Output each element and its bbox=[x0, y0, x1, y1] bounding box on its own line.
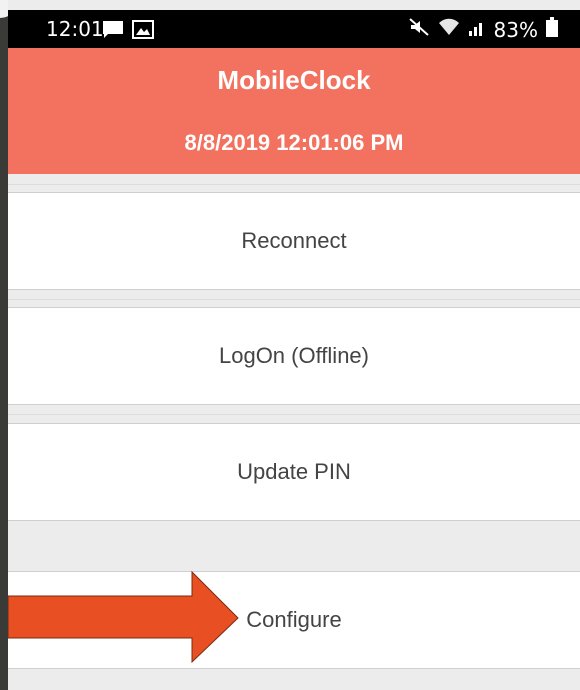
battery-percent: 83% bbox=[493, 17, 538, 42]
status-time: 12:01 bbox=[46, 17, 104, 41]
logon-offline-label: LogOn (Offline) bbox=[218, 343, 369, 368]
app-header: MobileClock 8/8/2019 12:01:06 PM bbox=[8, 48, 580, 174]
arrow-pointer bbox=[8, 570, 239, 664]
mute-icon bbox=[408, 17, 430, 42]
chat-icon bbox=[102, 20, 124, 45]
divider bbox=[8, 184, 580, 185]
divider bbox=[8, 414, 580, 415]
update-pin-button[interactable]: Update PIN bbox=[8, 423, 580, 521]
app-title: MobileClock bbox=[217, 65, 371, 95]
signal-icon bbox=[468, 17, 486, 42]
status-right-group: 83% bbox=[408, 17, 558, 42]
configure-label: Configure bbox=[246, 607, 342, 632]
battery-icon bbox=[546, 17, 558, 42]
reconnect-label: Reconnect bbox=[241, 228, 347, 253]
current-datetime: 8/8/2019 12:01:06 PM bbox=[184, 130, 404, 155]
gallery-icon bbox=[132, 20, 154, 45]
update-pin-label: Update PIN bbox=[237, 459, 351, 484]
logon-offline-button[interactable]: LogOn (Offline) bbox=[8, 307, 580, 405]
reconnect-button[interactable]: Reconnect bbox=[8, 192, 580, 290]
divider bbox=[8, 299, 580, 300]
status-bar: 12:01 83% bbox=[8, 10, 580, 48]
wifi-icon bbox=[438, 17, 460, 42]
phone-screen: 12:01 83% MobileClock 8/8/2019 12:01:06 … bbox=[8, 0, 580, 690]
